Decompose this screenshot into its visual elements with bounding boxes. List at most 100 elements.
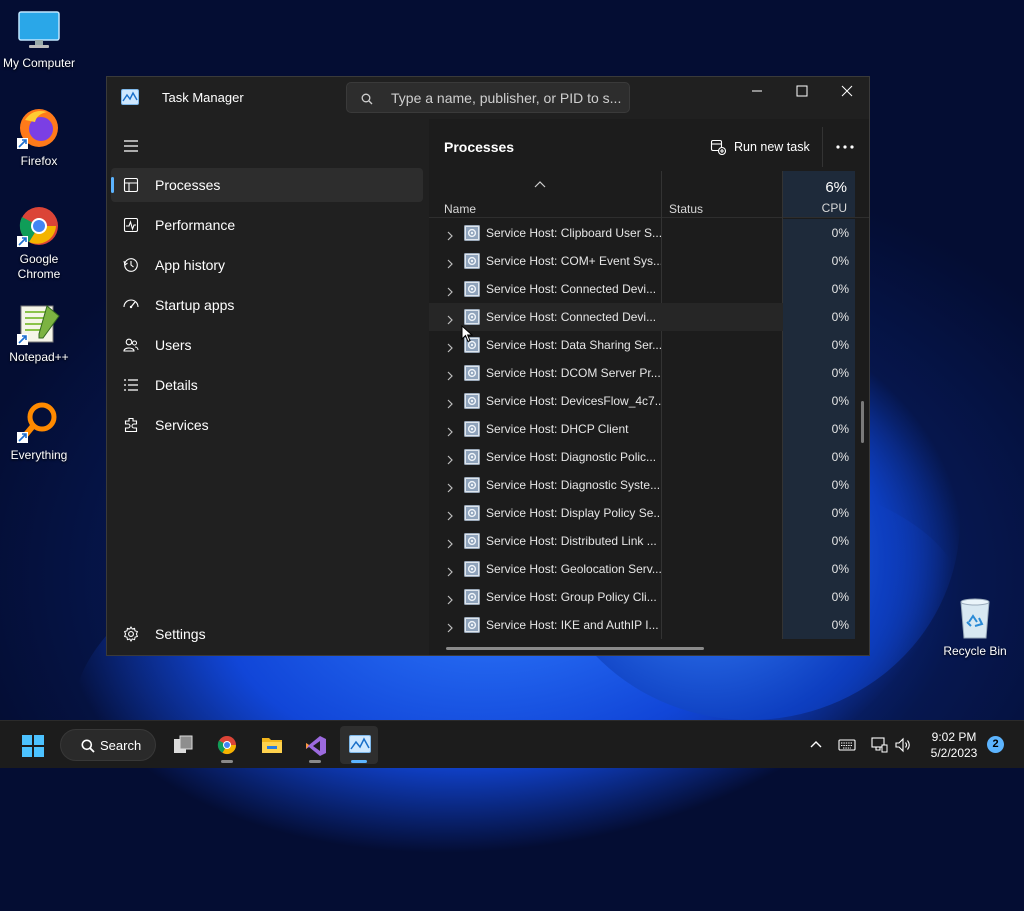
table-row[interactable]: Service Host: Clipboard User S... 0% — [429, 219, 855, 247]
desktop-icon-notepadpp[interactable]: Notepad++ — [1, 302, 77, 365]
desktop-icon-everything[interactable]: Everything — [1, 400, 77, 463]
firefox-icon — [17, 106, 61, 150]
running-indicator — [309, 760, 321, 763]
taskbar-visual-studio-button[interactable] — [296, 726, 334, 764]
volume-icon[interactable] — [894, 736, 912, 754]
service-host-icon — [464, 281, 480, 297]
expand-chevron-icon[interactable] — [446, 508, 454, 521]
desktop-icon-my-computer[interactable]: My Computer — [1, 8, 77, 71]
close-button[interactable] — [824, 77, 870, 107]
cpu-cell: 0% — [783, 499, 855, 527]
expand-chevron-icon[interactable] — [446, 452, 454, 465]
service-host-icon — [464, 449, 480, 465]
table-row[interactable]: Service Host: Display Policy Se... 0% — [429, 499, 855, 527]
desktop-icon-chrome[interactable]: Google Chrome — [1, 204, 77, 282]
start-button[interactable] — [13, 726, 51, 764]
table-row[interactable]: Service Host: Connected Devi... 0% — [429, 275, 855, 303]
expand-chevron-icon[interactable] — [446, 312, 454, 325]
network-icon[interactable] — [870, 736, 888, 754]
table-row[interactable]: Service Host: IKE and AuthIP I... 0% — [429, 611, 855, 639]
expand-chevron-icon[interactable] — [446, 424, 454, 437]
desktop-icon-firefox[interactable]: Firefox — [1, 106, 77, 169]
expand-chevron-icon[interactable] — [446, 592, 454, 605]
nav-item-users[interactable]: Users — [111, 328, 423, 362]
process-name: Service Host: Connected Devi... — [486, 282, 657, 296]
cpu-cell: 0% — [783, 219, 855, 247]
search-input[interactable] — [391, 89, 623, 107]
nav-item-services[interactable]: Services — [111, 408, 423, 442]
cpu-cell: 0% — [783, 275, 855, 303]
table-row[interactable]: Service Host: COM+ Event Sys... 0% — [429, 247, 855, 275]
taskbar-file-explorer-button[interactable] — [252, 726, 290, 764]
expand-chevron-icon[interactable] — [446, 284, 454, 297]
maximize-button[interactable] — [779, 77, 825, 107]
service-host-icon — [464, 561, 480, 577]
cpu-cell: 0% — [783, 527, 855, 555]
keyboard-icon[interactable] — [838, 736, 856, 754]
task-view-button[interactable] — [164, 726, 202, 764]
expand-chevron-icon[interactable] — [446, 480, 454, 493]
expand-chevron-icon[interactable] — [446, 340, 454, 353]
vertical-scrollbar-thumb[interactable] — [861, 401, 864, 443]
horizontal-scrollbar-thumb[interactable] — [446, 647, 704, 650]
startup-apps-icon — [123, 297, 139, 313]
nav-item-processes[interactable]: Processes — [111, 168, 423, 202]
nav-label: Settings — [155, 626, 206, 642]
nav-label: App history — [155, 257, 226, 273]
expand-chevron-icon[interactable] — [446, 368, 454, 381]
expand-chevron-icon[interactable] — [446, 564, 454, 577]
table-row[interactable]: Service Host: Geolocation Serv... 0% — [429, 555, 855, 583]
desktop-icon-recycle-bin[interactable]: Recycle Bin — [937, 596, 1013, 659]
table-row[interactable]: Service Host: DCOM Server Pr... 0% — [429, 359, 855, 387]
hamburger-menu-icon[interactable] — [123, 139, 139, 153]
column-header-cpu[interactable]: CPU — [822, 201, 847, 215]
table-row[interactable]: Service Host: Connected Devi... 0% — [429, 303, 855, 331]
nav-item-startup-apps[interactable]: Startup apps — [111, 288, 423, 322]
taskbar-task-manager-button[interactable] — [340, 726, 378, 764]
service-host-icon — [464, 225, 480, 241]
taskbar-search-button[interactable]: Search — [60, 729, 156, 761]
more-options-button[interactable] — [833, 135, 857, 159]
process-name: Service Host: IKE and AuthIP I... — [486, 618, 659, 632]
nav-item-app-history[interactable]: App history — [111, 248, 423, 282]
table-row[interactable]: Service Host: Distributed Link ... 0% — [429, 527, 855, 555]
title-bar[interactable]: Task Manager — [107, 77, 869, 119]
expand-chevron-icon[interactable] — [446, 396, 454, 409]
nav-label: Services — [155, 417, 209, 433]
expand-chevron-icon[interactable] — [446, 536, 454, 549]
notification-count-badge[interactable]: 2 — [987, 736, 1004, 753]
nav-item-settings[interactable]: Settings — [111, 617, 423, 651]
column-header-name[interactable]: Name — [444, 202, 476, 216]
taskbar-chrome-button[interactable] — [208, 726, 246, 764]
service-host-icon — [464, 309, 480, 325]
table-row[interactable]: Service Host: DHCP Client 0% — [429, 415, 855, 443]
table-row[interactable]: Service Host: Group Policy Cli... 0% — [429, 583, 855, 611]
column-header-status[interactable]: Status — [669, 202, 703, 216]
users-icon — [123, 337, 139, 353]
nav-item-details[interactable]: Details — [111, 368, 423, 402]
mouse-cursor-icon — [461, 324, 474, 343]
cpu-cell: 0% — [783, 611, 855, 639]
expand-chevron-icon[interactable] — [446, 228, 454, 241]
cpu-total-usage[interactable]: 6% — [825, 179, 847, 196]
table-row[interactable]: Service Host: Data Sharing Ser... 0% — [429, 331, 855, 359]
minimize-button[interactable] — [734, 77, 780, 107]
process-name: Service Host: Clipboard User S... — [486, 226, 661, 240]
cpu-cell: 0% — [783, 331, 855, 359]
run-new-task-button[interactable]: Run new task — [710, 131, 818, 163]
process-name: Service Host: Display Policy Se... — [486, 506, 661, 520]
expand-chevron-icon[interactable] — [446, 256, 454, 269]
search-box[interactable] — [346, 82, 630, 113]
nav-item-performance[interactable]: Performance — [111, 208, 423, 242]
toolbar-divider — [822, 127, 823, 167]
cpu-cell: 0% — [783, 415, 855, 443]
service-host-icon — [464, 477, 480, 493]
table-row[interactable]: Service Host: Diagnostic Syste... 0% — [429, 471, 855, 499]
nav-label: Performance — [155, 217, 236, 233]
table-row[interactable]: Service Host: Diagnostic Polic... 0% — [429, 443, 855, 471]
taskbar-clock[interactable]: 9:02 PM 5/2/2023 — [920, 729, 988, 761]
expand-chevron-icon[interactable] — [446, 620, 454, 633]
show-hidden-icons-chevron-icon[interactable] — [807, 736, 825, 754]
process-name: Service Host: DCOM Server Pr... — [486, 366, 661, 380]
table-row[interactable]: Service Host: DevicesFlow_4c7... 0% — [429, 387, 855, 415]
